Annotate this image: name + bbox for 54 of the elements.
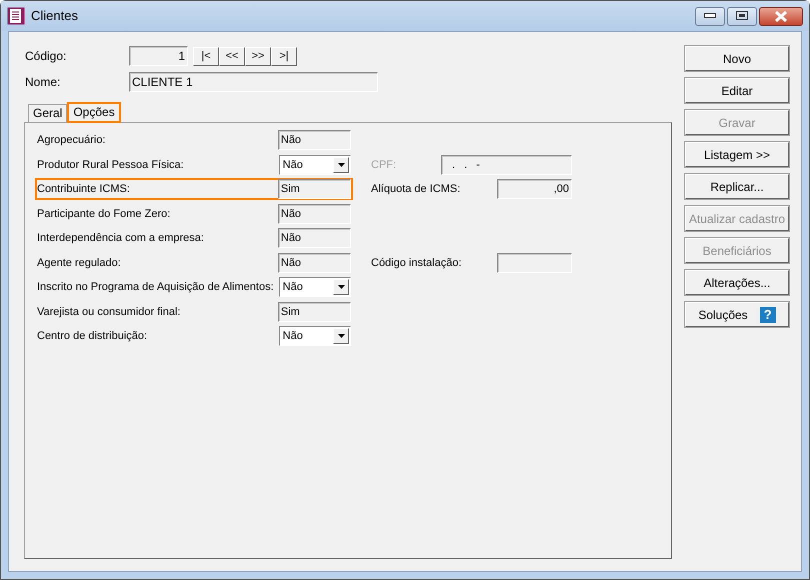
field-label: Nome:: [24, 74, 62, 91]
dropdown-value: Não: [282, 280, 303, 295]
dropdown-value: Não: [282, 158, 303, 172]
value-field[interactable]: Não: [278, 204, 351, 224]
field-label: Varejista ou consumidor final:: [37, 304, 182, 320]
app-icon: [7, 7, 25, 25]
maximize-button[interactable]: [727, 6, 757, 26]
navigation-button[interactable]: |<: [193, 46, 219, 66]
close-icon: [774, 10, 788, 22]
field-label: Participante do Fome Zero:: [37, 206, 172, 222]
value-field[interactable]: Sim: [278, 179, 351, 200]
value-field[interactable]: Sim: [278, 302, 351, 322]
window-title: Clientes: [31, 7, 79, 26]
action-button: Atualizar cadastro: [685, 206, 789, 231]
field-label: CPF:: [371, 158, 396, 172]
field-label: Centro de distribuição:: [37, 329, 148, 344]
action-button[interactable]: Replicar...: [685, 174, 789, 199]
navigation-button[interactable]: >|: [271, 46, 297, 66]
action-button[interactable]: Listagem >>: [685, 142, 789, 167]
field-label: Contribuinte ICMS:: [37, 182, 131, 197]
field-label: Código instalação:: [371, 256, 462, 270]
field-label: Alíquota de ICMS:: [371, 182, 460, 197]
field-label: Interdependência com a empresa:: [37, 231, 205, 246]
dropdown[interactable]: Não: [278, 154, 351, 175]
field-label: Código:: [24, 48, 68, 65]
value-field[interactable]: Não: [278, 228, 351, 248]
action-button[interactable]: Soluções ?: [685, 302, 789, 327]
action-button[interactable]: Alterações...: [685, 270, 789, 295]
field-label: Agropecuário:: [37, 133, 106, 148]
value-field[interactable]: Não: [278, 130, 351, 150]
dropdown[interactable]: Não: [278, 326, 351, 346]
input-field[interactable]: ,00: [497, 179, 572, 200]
close-button[interactable]: [759, 6, 803, 26]
action-button: Beneficiários: [685, 238, 789, 263]
code-field[interactable]: 1: [129, 46, 188, 66]
field-label: Agente regulado:: [37, 256, 122, 270]
action-button[interactable]: Novo: [685, 46, 789, 71]
minimize-button[interactable]: [695, 6, 725, 26]
action-button: Gravar: [685, 110, 789, 135]
navigation-button[interactable]: <<: [219, 46, 245, 66]
tab[interactable]: Opções: [67, 102, 121, 123]
maximize-icon: [736, 11, 748, 21]
name-field[interactable]: CLIENTE 1: [129, 72, 378, 92]
navigation-button[interactable]: >>: [245, 46, 271, 66]
value-field[interactable]: Não: [278, 252, 351, 273]
dropdown-value: Não: [282, 329, 303, 344]
minimize-icon: [704, 13, 716, 19]
field-label: Produtor Rural Pessoa Física:: [37, 158, 185, 172]
action-button[interactable]: Editar: [685, 78, 789, 103]
help-icon: ?: [760, 306, 776, 322]
dropdown[interactable]: Não: [278, 277, 351, 298]
input-field[interactable]: [497, 252, 572, 273]
field-label: Inscrito no Programa de Aquisição de Alimentos:: [37, 280, 275, 295]
tab[interactable]: Geral: [28, 104, 68, 122]
